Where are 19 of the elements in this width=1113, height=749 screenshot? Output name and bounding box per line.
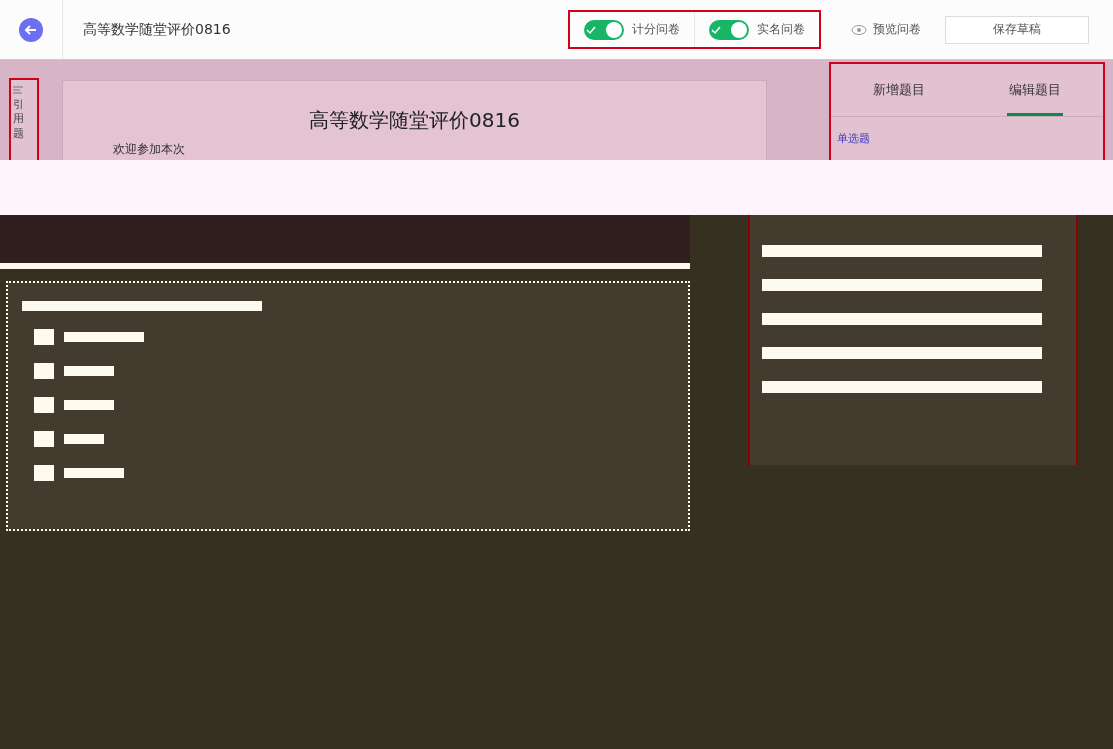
arrow-left-icon xyxy=(24,22,38,37)
survey-title: 高等数学随堂评价0816 xyxy=(309,107,520,134)
panel-tab[interactable]: 新增题目 xyxy=(831,64,967,116)
check-icon xyxy=(711,24,721,35)
lines-icon xyxy=(13,86,23,94)
toggle-label: 实名问卷 xyxy=(757,21,805,38)
toggle-label: 计分问卷 xyxy=(632,21,680,38)
toggle-switch[interactable] xyxy=(709,19,749,40)
question-type-link[interactable]: 单选题 xyxy=(837,131,1103,146)
reference-questions-tab[interactable]: 引用题 xyxy=(9,78,39,160)
panel-tab[interactable]: 编辑题目 xyxy=(967,64,1103,116)
save-draft-button[interactable]: 保存草稿 xyxy=(945,15,1089,44)
check-icon xyxy=(586,24,596,35)
eye-icon xyxy=(851,23,867,36)
back-button[interactable] xyxy=(19,17,43,42)
window-title: 高等数学随堂评价0816 xyxy=(82,19,232,39)
preview-button[interactable]: 预览问卷 xyxy=(845,0,927,59)
survey-intro: 欢迎参加本次 xyxy=(113,142,185,156)
toggle-switch[interactable] xyxy=(584,19,624,40)
